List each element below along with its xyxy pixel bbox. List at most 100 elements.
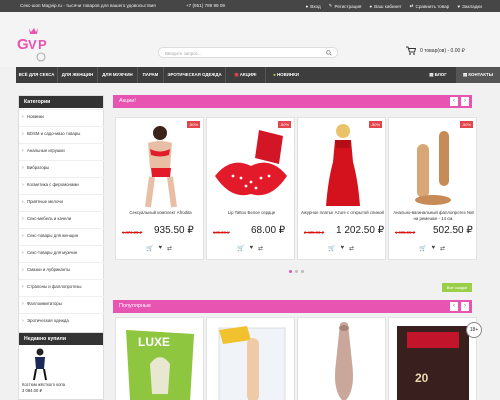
product-card[interactable]: -50% Lip Tattoo Белое сердце 136.00 ₽ 68… [206,117,295,260]
chevron-right-icon: › [22,284,24,290]
old-price: 2 405.00 ₽ [304,230,325,235]
cabinet-link[interactable]: ● Ваш кабинет [369,3,401,9]
chevron-right-icon: › [22,148,24,154]
chevron-right-icon: › [22,301,24,307]
heart-icon[interactable]: ♥ [431,245,435,252]
sidebar-item[interactable]: › BDSM и садо-мазо товары [19,126,105,140]
chevron-right-icon: › [22,318,24,324]
heart-icon[interactable]: ♥ [340,245,344,252]
product-card[interactable] [297,317,386,400]
carousel-dot[interactable] [289,270,292,273]
nav-all-for-sex[interactable]: ВСЁ ДЛЯ СЕКСА [16,67,58,83]
product-name[interactable]: Сексуальный комплект Afrodita [119,210,202,216]
product-image[interactable]: 20 [393,322,473,400]
chevron-right-icon: › [22,131,24,137]
sidebar-item[interactable]: › Секс-мебель и качели [19,211,105,225]
sales-prev-button[interactable]: ‹ [450,97,458,106]
cart-icon[interactable]: 🛒 [146,245,153,252]
product-card[interactable]: LUXE [115,317,204,400]
new-icon: ● [273,72,276,77]
chevron-right-icon: › [22,233,24,239]
nav-erotic-clothing[interactable]: ЭРОТИЧЕСКАЯ ОДЕЖДА [164,67,226,83]
sidebar-item[interactable]: › Приятные мелочи [19,194,105,208]
compare-icon[interactable]: ⇄ [167,245,172,252]
contacts-icon: ▤ [462,72,468,77]
carousel-dots [289,270,304,273]
popular-next-button[interactable]: › [461,302,469,311]
nav-blog[interactable]: ▤ БЛОГ [421,67,455,83]
nav-couples[interactable]: ПАРАМ [138,67,164,83]
sidebar-item[interactable]: › Смазки и лубриканты [19,262,105,276]
register-link[interactable]: ✎ Регистрация [329,3,362,9]
header: G V P Введите запрос... 0 товар(ов) - 0.… [0,12,500,67]
product-image[interactable]: LUXE [120,324,200,400]
compare-icon[interactable]: ⇄ [440,245,445,252]
product-image[interactable] [322,322,366,400]
compare-link[interactable]: ⇄ Сравнить товар [410,3,450,9]
magvip-logo[interactable]: G V P [16,27,48,63]
sidebar-item[interactable]: › Фаллоимитаторы [19,296,105,310]
top-bar: Секс-шоп Magvip.ru - тысячи товаров для … [0,0,500,12]
chevron-right-icon: › [22,182,24,188]
sidebar-item[interactable]: › Анальные игрушки [19,143,105,157]
recent-product-name[interactable]: Костюм жёсткого копа [22,382,65,387]
product-name[interactable]: Lip Tattoo Белое сердце [210,210,293,216]
heart-icon: ♥ [457,3,461,9]
sidebar-item[interactable]: › Косметика с феромонами [19,177,105,191]
search-input[interactable]: Введите запрос... [158,47,338,58]
sidebar-item[interactable]: › Вибраторы [19,160,105,174]
product-image[interactable] [134,123,186,208]
new-price: 68.00 ₽ [251,225,286,236]
cart-summary[interactable]: 0 товар(ов) - 0.00 ₽ [420,48,465,54]
product-name[interactable]: Анально-вагинальный фаллопротез №8 на ре… [392,210,475,221]
sidebar-item[interactable]: › Эротическая одежда [19,313,105,327]
recent-product-price: 3 084.00 ₽ [22,388,43,393]
nav-new[interactable]: ● НОВИНКИ [266,67,306,83]
chevron-right-icon: › [22,216,24,222]
product-card[interactable]: -50% Ажурное платье Azure с открытой спи… [297,117,386,260]
popular-prev-button[interactable]: ‹ [450,302,458,311]
login-link[interactable]: ● Вход [305,3,320,9]
cart-icon[interactable] [406,46,416,55]
nav-sale[interactable]: ▣ АКЦИЯ! [226,67,266,83]
product-card[interactable]: 20 [388,317,477,400]
sidebar-item[interactable]: › Секс-товары для женщин [19,228,105,242]
nav-for-men[interactable]: ДЛЯ МУЖЧИН [98,67,138,83]
search-icon[interactable] [326,50,332,56]
sidebar-item[interactable]: › Новинки [19,109,105,123]
phone-number[interactable]: +7 (951) 789 99 09 [186,3,225,8]
page: Секс-шоп Magvip.ru - тысячи товаров для … [0,0,500,400]
cart-icon[interactable]: 🛒 [419,245,426,252]
nav-for-women[interactable]: ДЛЯ ЖЕНЩИН [58,67,98,83]
recent-product-image[interactable] [29,347,51,381]
product-card[interactable]: -50% Анально-вагинальный фаллопротез №8 … [388,117,477,260]
new-price: 502.50 ₽ [433,225,473,236]
carousel-dot[interactable] [295,270,298,273]
sidebar-item[interactable]: › Страпоны и фаллопротезы [19,279,105,293]
compare-icon[interactable]: ⇄ [349,245,354,252]
product-image[interactable] [401,126,465,208]
cart-icon[interactable]: 🛒 [328,245,335,252]
nav-contacts[interactable]: ▤ КОНТАКТЫ [456,67,500,83]
product-image[interactable] [318,122,368,208]
product-card[interactable] [206,317,295,400]
product-image[interactable] [211,126,291,206]
bookmarks-link[interactable]: ♥ Закладки [457,3,482,9]
carousel-dot[interactable] [301,270,304,273]
product-card[interactable]: -50% Сексуальный комплект Afrodita 1 871… [115,117,204,260]
svg-text:G: G [17,36,29,53]
discount-badge: -50% [186,121,200,128]
user-icon: ● [305,3,309,9]
main-nav: ВСЁ ДЛЯ СЕКСА ДЛЯ ЖЕНЩИН ДЛЯ МУЖЧИН ПАРА… [16,67,500,83]
compare-icon[interactable]: ⇄ [258,245,263,252]
heart-icon[interactable]: ♥ [249,245,253,252]
sidebar-item[interactable]: › Секс-товары для мужчин [19,245,105,259]
product-image[interactable] [217,322,287,400]
blog-icon: ▤ [429,72,434,77]
product-name[interactable]: Ажурное платье Azure с открытой спиной [301,210,384,216]
all-sales-button[interactable]: Все скидки [442,283,472,292]
sales-next-button[interactable]: › [461,97,469,106]
heart-icon[interactable]: ♥ [158,245,162,252]
cart-icon[interactable]: 🛒 [237,245,244,252]
account-links: ● Вход ✎ Регистрация ● Ваш кабинет ⇄ Сравнит… [305,3,482,9]
